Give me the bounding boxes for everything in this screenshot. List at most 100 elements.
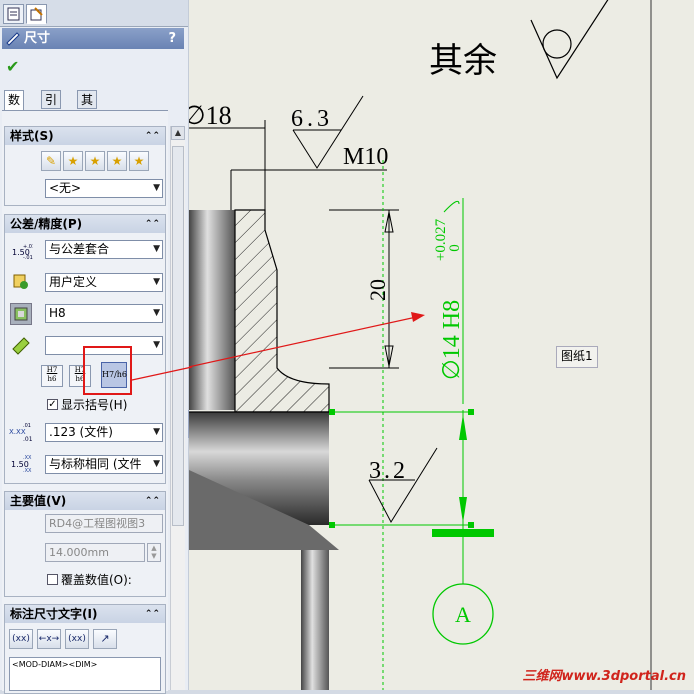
arrow-up-icon	[459, 414, 467, 440]
hole-fit-select[interactable]: H8 ▼	[45, 304, 163, 323]
svg-text:.XX: .XX	[23, 468, 32, 473]
tab-other[interactable]: 其它	[77, 90, 98, 125]
text-parentheses-button[interactable]: (xx)	[9, 629, 33, 649]
pm-title: 尺寸	[24, 31, 51, 46]
svg-text:.01: .01	[23, 423, 31, 429]
property-manager-tab[interactable]	[26, 4, 47, 24]
collapse-icon[interactable]: ⌃⌃	[145, 215, 160, 233]
roughness-63-text: 6.3	[291, 106, 333, 132]
tolerance-type-icon: 1.50+.01-.01	[11, 241, 35, 261]
show-parentheses-checkbox[interactable]: ✓	[47, 399, 58, 410]
save-style-button[interactable]: ★	[107, 151, 127, 171]
highlight-connector	[131, 366, 193, 381]
inspection-dimension-button[interactable]: ↗	[93, 629, 117, 649]
chevron-down-icon: ▼	[153, 277, 160, 287]
style-group: 样式(S) ⌃⌃ ✎ ★ ★ ★ ★ <无> ▼	[4, 126, 166, 206]
datum-letter: A	[455, 602, 471, 627]
primary-value-title: 主要值(V)	[10, 494, 67, 508]
drawing-canvas[interactable]: 其余 ∅18 6.3 M10 20 ∅14 H8 +0.027 0 3.2 A …	[189, 0, 694, 690]
offset-text-button[interactable]: (xx)	[65, 629, 89, 649]
style-group-header[interactable]: 样式(S) ⌃⌃	[5, 127, 165, 145]
drawing-svg: 其余 ∅18 6.3 M10 20 ∅14 H8 +0.027 0 3.2 A	[189, 0, 652, 690]
hole-fit-icon	[10, 303, 32, 325]
tol-upper-text: +0.027	[433, 218, 449, 261]
primary-value-group: 主要值(V) ⌃⌃ RD4@工程图视图3 14.000mm ▲ ▼ 覆盖数值(O)…	[4, 491, 166, 597]
collapse-icon[interactable]: ⌃⌃	[145, 492, 160, 510]
star-save-icon: ★	[111, 154, 123, 168]
annotation-arrow-head-icon	[411, 312, 425, 322]
star-add-icon: ★	[67, 154, 79, 168]
classification-select[interactable]: 用户定义 ▼	[45, 273, 163, 292]
pm-scrollbar[interactable]: ▲	[170, 126, 185, 690]
help-button[interactable]: ?	[168, 28, 176, 49]
watermark-text: 三维网www.3dportal.cn	[522, 669, 686, 684]
feature-manager-tab[interactable]	[3, 4, 24, 24]
delete-style-button[interactable]: ★	[85, 151, 105, 171]
property-manager-icon	[30, 7, 43, 21]
thread-text: M10	[343, 144, 388, 170]
style-select[interactable]: <无> ▼	[45, 179, 163, 198]
roughness-note-text: 其余	[429, 41, 497, 81]
tolerance-type-value: 与公差套合	[49, 242, 110, 256]
grip-handle[interactable]	[329, 409, 335, 415]
parenthesis-top	[443, 200, 460, 213]
part-lower-flange	[301, 550, 329, 690]
add-style-button[interactable]: ★	[63, 151, 83, 171]
grip-handle[interactable]	[468, 522, 474, 528]
part-section-hatch	[234, 209, 330, 413]
dim-14-text: ∅14 H8	[439, 300, 465, 380]
show-parentheses-label: 显示括号(H)	[61, 398, 128, 412]
sheet-label[interactable]: 图纸1	[556, 346, 598, 368]
tol-lower-text: 0	[447, 244, 463, 252]
primary-precision-select[interactable]: .123 (文件) ▼	[45, 423, 163, 442]
manager-tabs	[0, 0, 188, 27]
roughness-32-text: 3.2	[369, 458, 408, 484]
star-delete-icon: ★	[89, 154, 101, 168]
dimension-icon	[6, 32, 20, 46]
chevron-down-icon: ▼	[153, 427, 160, 437]
datum-bar	[432, 529, 494, 537]
style-default-icon: ✎	[45, 154, 57, 168]
tab-leaders[interactable]: 引线	[41, 90, 62, 125]
shaft-fit-icon	[10, 335, 32, 355]
style-select-value: <无>	[49, 181, 82, 195]
highlight-box	[83, 346, 132, 395]
chevron-down-icon: ▼	[153, 308, 160, 318]
collapse-icon[interactable]: ⌃⌃	[145, 127, 160, 145]
svg-text:X.XX: X.XX	[9, 428, 26, 436]
dimension-text-field[interactable]: <MOD-DIAM><DIM>	[9, 657, 161, 691]
grip-handle[interactable]	[329, 522, 335, 528]
dim-20-text: 20	[365, 279, 390, 301]
override-value-checkbox[interactable]	[47, 574, 58, 585]
highlight-connector-svg	[131, 366, 193, 381]
chevron-down-icon: ▼	[153, 244, 160, 254]
fit-bottom-label: h6	[47, 375, 57, 383]
grip-handle[interactable]	[468, 409, 474, 415]
svg-text:+.01: +.01	[23, 244, 33, 250]
chevron-down-icon: ▼	[153, 183, 160, 193]
dimension-text-header[interactable]: 标注尺寸文字(I) ⌃⌃	[5, 605, 165, 623]
arrow-down-icon	[459, 497, 467, 523]
svg-text:-.01: -.01	[23, 255, 33, 261]
dimension-reference-field[interactable]: RD4@工程图视图3	[45, 514, 163, 533]
scroll-up-icon[interactable]: ▲	[171, 126, 185, 140]
value-spinner[interactable]: ▲ ▼	[147, 543, 161, 562]
fit-stacked-button[interactable]: H7 h6	[41, 365, 63, 387]
ok-check-icon[interactable]: ✔	[6, 57, 19, 76]
dimension-value-field[interactable]: 14.000mm	[45, 543, 145, 562]
apply-default-style-button[interactable]: ✎	[41, 151, 61, 171]
primary-value-header[interactable]: 主要值(V) ⌃⌃	[5, 492, 165, 510]
tolerance-group-title: 公差/精度(P)	[10, 217, 83, 231]
tolerance-group-header[interactable]: 公差/精度(P) ⌃⌃	[5, 215, 165, 233]
primary-precision-value: .123 (文件)	[49, 425, 113, 439]
collapse-icon[interactable]: ⌃⌃	[145, 605, 160, 623]
tolerance-type-select[interactable]: 与公差套合 ▼	[45, 240, 163, 259]
pm-title-bar: 尺寸 ?	[2, 28, 184, 49]
override-value-label: 覆盖数值(O):	[61, 573, 132, 587]
load-style-button[interactable]: ★	[129, 151, 149, 171]
center-dimension-button[interactable]: ←x→	[37, 629, 61, 649]
dim-18-text: ∅18	[189, 101, 232, 130]
tab-value[interactable]: 数值	[4, 90, 25, 125]
tolerance-precision-value: 与标称相同 (文件	[49, 457, 142, 471]
tolerance-precision-select[interactable]: 与标称相同 (文件 ▼	[45, 455, 163, 474]
